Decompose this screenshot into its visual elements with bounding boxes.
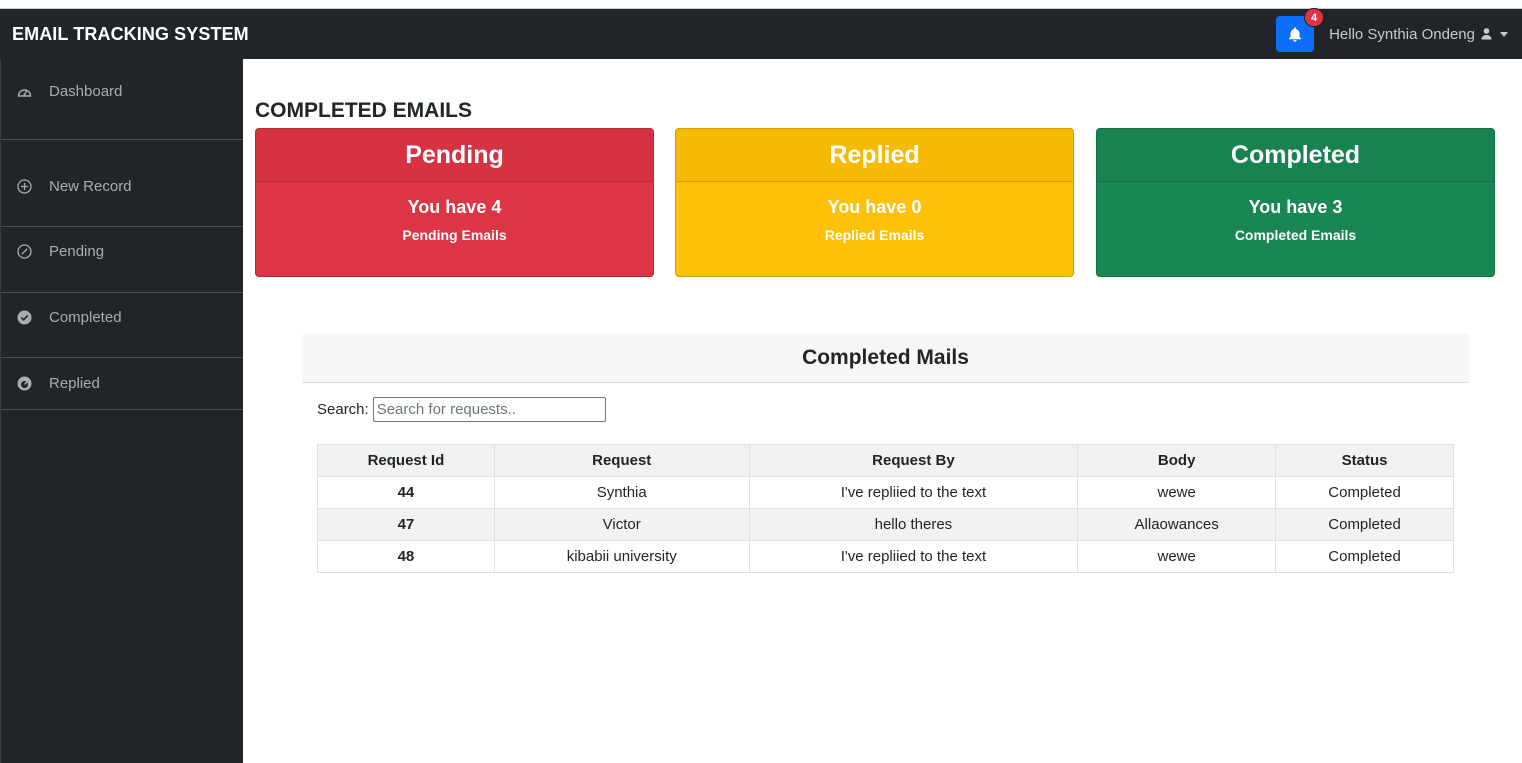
sidebar-item-label: Completed xyxy=(49,308,122,326)
check-circle-icon xyxy=(16,309,32,325)
sidebar-divider xyxy=(1,226,244,227)
plus-circle-icon xyxy=(16,178,32,194)
card-count-text: You have 3 xyxy=(1248,197,1343,217)
sidebar-item-label: Pending xyxy=(49,242,105,260)
browser-top-strip xyxy=(0,0,1522,9)
sidebar-item-completed[interactable]: Completed xyxy=(1,307,244,327)
card-caption: Pending Emails xyxy=(402,227,507,243)
cell-request-by: hello theres xyxy=(748,508,1079,541)
gauge-icon xyxy=(16,83,32,99)
sidebar-item-new-record[interactable]: New Record xyxy=(1,176,244,196)
navbar-right: 4 Hello Synthia Ondeng xyxy=(1276,8,1522,59)
card-caption: Replied Emails xyxy=(824,227,925,243)
pending-summary-card: Pending You have 4 Pending Emails xyxy=(255,128,654,277)
notification-count-badge: 4 xyxy=(1304,8,1325,27)
cell-request-id: 47 xyxy=(317,508,495,541)
cell-body: Allaowances xyxy=(1077,508,1277,541)
replied-summary-card: Replied You have 0 Replied Emails xyxy=(675,128,1074,277)
column-header-request-id[interactable]: Request Id xyxy=(317,444,495,477)
panel-title: Completed Mails xyxy=(302,334,1469,383)
table-header-row: Request Id Request Request By Body Statu… xyxy=(317,444,1454,477)
card-count-text: You have 4 xyxy=(407,197,502,217)
user-icon xyxy=(1481,28,1492,40)
sidebar-item-pending[interactable]: Pending xyxy=(1,241,244,261)
sidebar-divider xyxy=(1,292,244,293)
column-header-request-by[interactable]: Request By xyxy=(748,444,1079,477)
user-menu-dropdown[interactable]: Hello Synthia Ondeng xyxy=(1329,26,1508,43)
sidebar-divider xyxy=(1,409,244,410)
completed-summary-card: Completed You have 3 Completed Emails xyxy=(1096,128,1495,277)
table-row[interactable]: 48 kibabii university I've repliied to t… xyxy=(317,540,1454,573)
brand-title[interactable]: EMAIL TRACKING SYSTEM xyxy=(12,24,249,45)
card-title: Completed xyxy=(1097,129,1494,182)
chevron-down-icon xyxy=(1500,31,1508,37)
search-row: Search: xyxy=(317,397,606,422)
cell-status: Completed xyxy=(1275,540,1454,573)
table-row[interactable]: 44 Synthia I've repliied to the text wew… xyxy=(317,476,1454,509)
card-count-text: You have 0 xyxy=(827,197,922,217)
sidebar: Dashboard New Record Pending Completed R… xyxy=(0,59,244,763)
cell-request-id: 44 xyxy=(317,476,495,509)
sidebar-divider xyxy=(1,357,244,358)
ban-circle-icon xyxy=(16,243,32,259)
card-title: Pending xyxy=(256,129,653,182)
cell-request-by: I've repliied to the text xyxy=(748,476,1079,509)
cell-body: wewe xyxy=(1077,476,1277,509)
cell-request: Victor xyxy=(493,508,750,541)
sidebar-item-label: New Record xyxy=(49,177,132,195)
dashboard-dial-icon xyxy=(16,375,32,391)
sidebar-divider xyxy=(1,139,244,140)
sidebar-item-replied[interactable]: Replied xyxy=(1,373,244,393)
main-content: COMPLETED EMAILS Pending You have 4 Pend… xyxy=(243,59,1522,763)
page-title: COMPLETED EMAILS xyxy=(255,99,473,122)
user-greeting: Hello Synthia Ondeng xyxy=(1329,25,1475,43)
column-header-body[interactable]: Body xyxy=(1077,444,1277,477)
completed-mails-table: Request Id Request Request By Body Statu… xyxy=(317,444,1454,573)
search-input[interactable] xyxy=(372,397,606,422)
notifications-button[interactable]: 4 xyxy=(1276,8,1325,52)
sidebar-item-dashboard[interactable]: Dashboard xyxy=(1,81,244,101)
cell-body: wewe xyxy=(1077,540,1277,573)
table-row[interactable]: 47 Victor hello theres Allaowances Compl… xyxy=(317,508,1454,541)
sidebar-item-label: Replied xyxy=(49,374,100,392)
cell-request: Synthia xyxy=(493,476,750,509)
top-navbar: EMAIL TRACKING SYSTEM 4 Hello Synthia On… xyxy=(0,8,1522,59)
search-label: Search: xyxy=(317,401,369,418)
card-caption: Completed Emails xyxy=(1234,227,1357,243)
card-title: Replied xyxy=(676,129,1073,182)
cell-status: Completed xyxy=(1275,476,1454,509)
sidebar-item-label: Dashboard xyxy=(49,82,123,100)
column-header-status[interactable]: Status xyxy=(1275,444,1454,477)
column-header-request[interactable]: Request xyxy=(493,444,750,477)
cell-status: Completed xyxy=(1275,508,1454,541)
bell-icon xyxy=(1289,27,1302,42)
cell-request-id: 48 xyxy=(317,540,495,573)
cell-request-by: I've repliied to the text xyxy=(748,540,1079,573)
completed-mails-panel: Completed Mails Search: Request Id Reque… xyxy=(302,334,1469,573)
cell-request: kibabii university xyxy=(493,540,750,573)
